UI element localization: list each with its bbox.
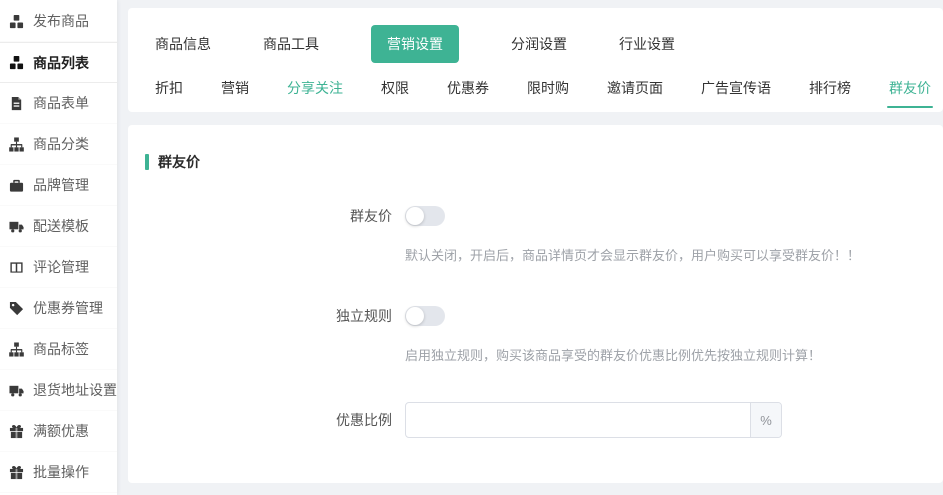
tab-industry-settings[interactable]: 行业设置	[619, 34, 675, 54]
sidebar-item-full-discount[interactable]: 满额优惠	[0, 411, 117, 452]
sidebar-item-label: 满额优惠	[33, 421, 89, 441]
subtab-coupon[interactable]: 优惠券	[447, 78, 489, 108]
section-title-text: 群友价	[158, 152, 200, 172]
columns-icon	[9, 260, 24, 275]
sidebar-item-publish-product[interactable]: 发布商品	[0, 1, 117, 42]
cubes-icon	[9, 55, 24, 70]
secondary-tab-bar: 折扣 营销 分享关注 权限 优惠券 限时购 邀请页面 广告宣传语 排行榜 群友价	[155, 66, 943, 112]
gift-icon	[9, 424, 24, 439]
independent-rule-label: 独立规则	[128, 306, 392, 326]
sidebar-item-label: 商品分类	[33, 134, 89, 154]
group-price-label: 群友价	[128, 206, 392, 226]
sidebar-item-label: 优惠券管理	[33, 298, 103, 318]
section-accent-bar	[145, 154, 149, 170]
independent-rule-help-text: 启用独立规则，购买该商品享受的群友价优惠比例优先按独立规则计算！	[405, 345, 943, 364]
subtab-discount[interactable]: 折扣	[155, 78, 183, 108]
group-price-form: 群友价 默认关闭，开启后，商品详情页才会显示群友价，用户购买可以享受群友价！！ …	[128, 206, 943, 438]
tab-product-tools[interactable]: 商品工具	[263, 34, 319, 54]
sidebar-item-product-list[interactable]: 商品列表	[0, 42, 117, 83]
group-price-toggle[interactable]	[405, 206, 445, 226]
sidebar-item-product-tags[interactable]: 商品标签	[0, 329, 117, 370]
sidebar-item-brand-management[interactable]: 品牌管理	[0, 165, 117, 206]
sidebar-item-product-category[interactable]: 商品分类	[0, 124, 117, 165]
subtab-group-price[interactable]: 群友价	[889, 78, 931, 108]
sidebar-item-label: 配送模板	[33, 216, 89, 236]
subtab-permission[interactable]: 权限	[381, 78, 409, 108]
independent-rule-toggle[interactable]	[405, 306, 445, 326]
discount-ratio-input-group: %	[405, 402, 782, 438]
sidebar-item-label: 评论管理	[33, 257, 89, 277]
subtab-flash-sale[interactable]: 限时购	[527, 78, 569, 108]
sidebar-item-label: 商品表单	[33, 93, 89, 113]
subtab-invite-page[interactable]: 邀请页面	[607, 78, 663, 108]
discount-ratio-input[interactable]	[406, 403, 750, 437]
sidebar-item-label: 退货地址设置	[33, 380, 117, 400]
subtab-ranking[interactable]: 排行榜	[809, 78, 851, 108]
sidebar-item-label: 商品标签	[33, 339, 89, 359]
sidebar: 发布商品 商品列表 商品表单 商品分类 品牌管理 配送模板 评论管理 优惠券管	[0, 0, 117, 495]
sidebar-item-return-address[interactable]: 退货地址设置	[0, 370, 117, 411]
group-price-help-text: 默认关闭，开启后，商品详情页才会显示群友价，用户购买可以享受群友价！！	[405, 245, 943, 264]
discount-ratio-label: 优惠比例	[128, 410, 392, 430]
sidebar-item-label: 批量操作	[33, 462, 89, 482]
sidebar-item-label: 品牌管理	[33, 175, 89, 195]
subtab-marketing[interactable]: 营销	[221, 78, 249, 108]
tag-icon	[9, 301, 24, 316]
primary-tab-bar: 商品信息 商品工具 营销设置 分润设置 行业设置	[155, 22, 943, 66]
subtab-ad-slogan[interactable]: 广告宣传语	[701, 78, 771, 108]
section-header: 群友价	[128, 152, 943, 172]
tab-profit-settings[interactable]: 分润设置	[511, 34, 567, 54]
tab-product-info[interactable]: 商品信息	[155, 34, 211, 54]
form-row-group-price: 群友价	[128, 206, 943, 226]
truck-icon	[9, 219, 24, 234]
percent-suffix: %	[750, 403, 781, 437]
sidebar-item-label: 商品列表	[33, 53, 89, 73]
sidebar-item-delivery-template[interactable]: 配送模板	[0, 206, 117, 247]
gift-icon	[9, 465, 24, 480]
tab-marketing-settings[interactable]: 营销设置	[371, 25, 459, 63]
sidebar-item-product-form[interactable]: 商品表单	[0, 83, 117, 124]
subtab-share-follow[interactable]: 分享关注	[287, 78, 343, 108]
cubes-icon	[9, 14, 24, 29]
app-window: 发布商品 商品列表 商品表单 商品分类 品牌管理 配送模板 评论管理 优惠券管	[0, 0, 943, 495]
sidebar-item-coupon-management[interactable]: 优惠券管理	[0, 288, 117, 329]
sidebar-item-comment-management[interactable]: 评论管理	[0, 247, 117, 288]
form-row-independent-rule: 独立规则	[128, 306, 943, 326]
form-row-discount-ratio: 优惠比例 %	[128, 402, 943, 438]
file-icon	[9, 96, 24, 111]
tabs-card: 商品信息 商品工具 营销设置 分润设置 行业设置 折扣 营销 分享关注 权限 优…	[128, 8, 943, 112]
main-area: 商品信息 商品工具 营销设置 分润设置 行业设置 折扣 营销 分享关注 权限 优…	[117, 0, 943, 495]
truck-icon	[9, 383, 24, 398]
sidebar-item-label: 发布商品	[33, 11, 89, 31]
sitemap-icon	[9, 342, 24, 357]
sidebar-item-batch-operation[interactable]: 批量操作	[0, 452, 117, 493]
sitemap-icon	[9, 137, 24, 152]
group-price-panel: 群友价 群友价 默认关闭，开启后，商品详情页才会显示群友价，用户购买可以享受群友…	[128, 125, 943, 483]
briefcase-icon	[9, 178, 24, 193]
